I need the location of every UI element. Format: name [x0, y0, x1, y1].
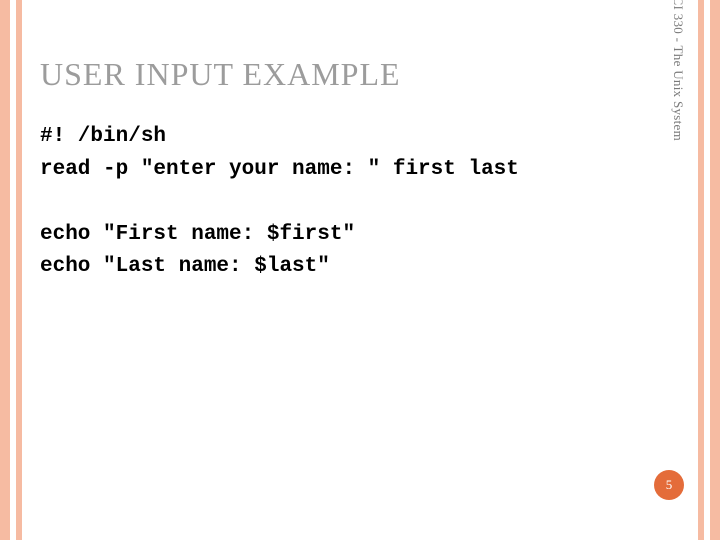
decorative-stripe-left-inner [16, 0, 22, 540]
course-label: CSCI 330 - The Unix System [670, 0, 686, 180]
page-number-badge: 5 [654, 470, 684, 500]
decorative-stripe-right-outer [710, 0, 720, 540]
page-number: 5 [666, 477, 673, 493]
slide-content: USER INPUT EXAMPLE #! /bin/sh read -p "e… [40, 56, 680, 284]
code-block: #! /bin/sh read -p "enter your name: " f… [40, 121, 680, 284]
decorative-stripe-left-outer [0, 0, 10, 540]
slide-title: USER INPUT EXAMPLE [40, 56, 680, 93]
decorative-stripe-right-inner [698, 0, 704, 540]
